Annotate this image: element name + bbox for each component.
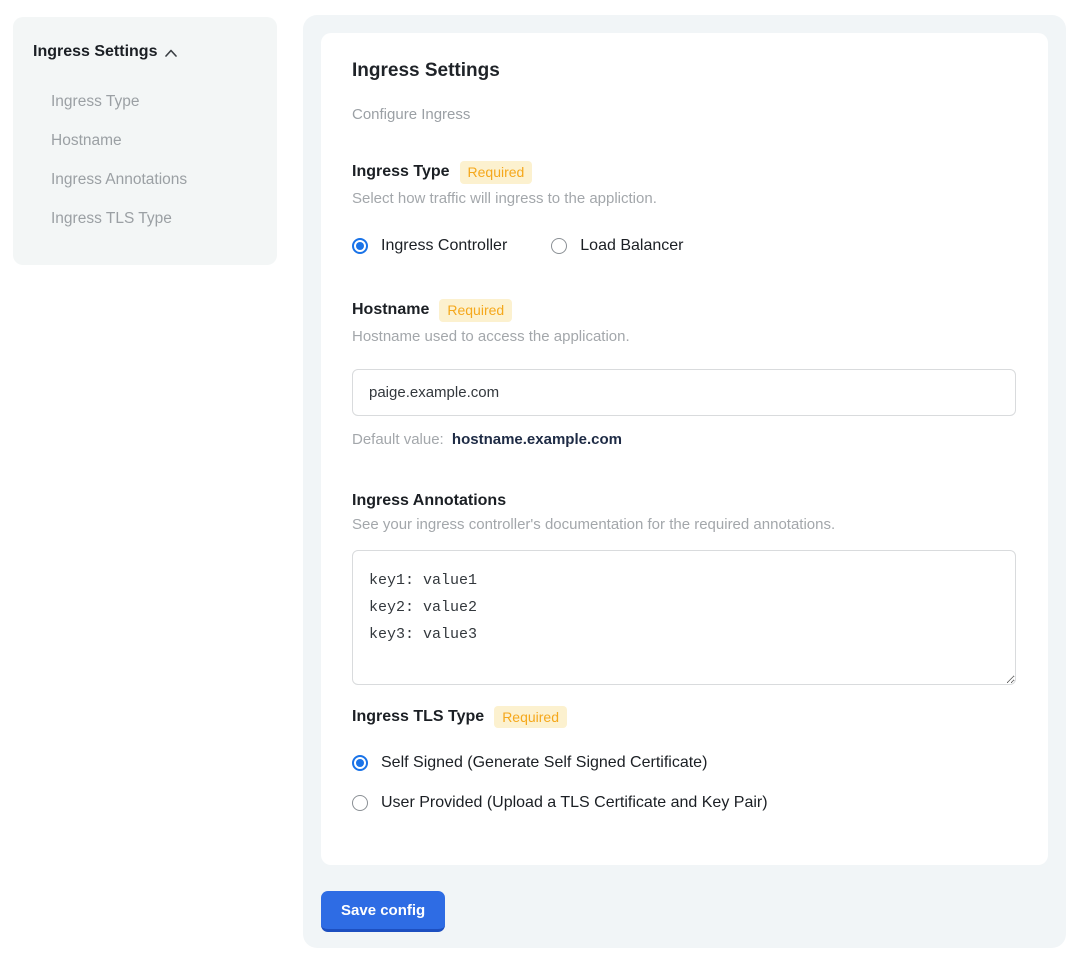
hostname-default-label: Default value: [352,431,444,448]
ingress-type-radio-group: Ingress Controller Load Balancer [352,237,1016,255]
sidebar-item-ingress-annotations[interactable]: Ingress Annotations [33,161,257,199]
sidebar-section-label: Ingress Settings [33,43,157,61]
chevron-up-icon [165,49,177,57]
sidebar-item-hostname[interactable]: Hostname [33,122,257,160]
sidebar-section-ingress-settings[interactable]: Ingress Settings [33,43,257,61]
ingress-tls-radio-group: Self Signed (Generate Self Signed Certif… [352,754,1016,812]
radio-user-provided-label: User Provided (Upload a TLS Certificate … [381,794,768,812]
ingress-settings-card: Ingress Settings Configure Ingress Ingre… [321,33,1048,865]
hostname-description: Hostname used to access the application. [352,328,1016,345]
ingress-type-label: Ingress Type [352,163,450,181]
sidebar-list: Ingress Type Hostname Ingress Annotation… [33,83,257,238]
ingress-annotations-textarea[interactable]: key1: value1 key2: value2 key3: value3 [352,550,1016,685]
radio-user-provided[interactable]: User Provided (Upload a TLS Certificate … [352,794,1016,812]
field-ingress-tls-type: Ingress TLS Type Required Self Signed (G… [352,706,1016,813]
radio-self-signed[interactable]: Self Signed (Generate Self Signed Certif… [352,754,1016,772]
save-config-button[interactable]: Save config [321,891,445,932]
radio-selected-icon [352,238,368,254]
sidebar: Ingress Settings Ingress Type Hostname I… [13,17,277,265]
field-hostname: Hostname Required Hostname used to acces… [352,299,1016,448]
radio-selected-icon [352,755,368,771]
ingress-annotations-description: See your ingress controller's documentat… [352,516,1016,533]
hostname-input[interactable] [352,369,1016,416]
hostname-default-line: Default value: hostname.example.com [352,431,1016,448]
sidebar-item-ingress-tls-type[interactable]: Ingress TLS Type [33,200,257,238]
radio-load-balancer-label: Load Balancer [580,237,683,255]
hostname-label: Hostname [352,301,429,319]
field-ingress-type: Ingress Type Required Select how traffic… [352,161,1016,255]
ingress-type-description: Select how traffic will ingress to the a… [352,190,1016,207]
ingress-tls-type-label: Ingress TLS Type [352,708,484,726]
radio-unselected-icon [352,795,368,811]
radio-load-balancer[interactable]: Load Balancer [551,237,683,255]
main-panel: Ingress Settings Configure Ingress Ingre… [303,15,1066,948]
field-ingress-annotations: Ingress Annotations See your ingress con… [352,492,1016,685]
required-badge: Required [439,299,512,322]
sidebar-item-ingress-type[interactable]: Ingress Type [33,83,257,121]
page-title: Ingress Settings [352,60,1016,82]
radio-ingress-controller-label: Ingress Controller [381,237,507,255]
radio-ingress-controller[interactable]: Ingress Controller [352,237,507,255]
ingress-annotations-label: Ingress Annotations [352,492,506,510]
required-badge: Required [460,161,533,184]
required-badge: Required [494,706,567,729]
page-subtitle: Configure Ingress [352,106,1016,123]
hostname-default-value: hostname.example.com [452,431,622,448]
radio-self-signed-label: Self Signed (Generate Self Signed Certif… [381,754,707,772]
radio-unselected-icon [551,238,567,254]
